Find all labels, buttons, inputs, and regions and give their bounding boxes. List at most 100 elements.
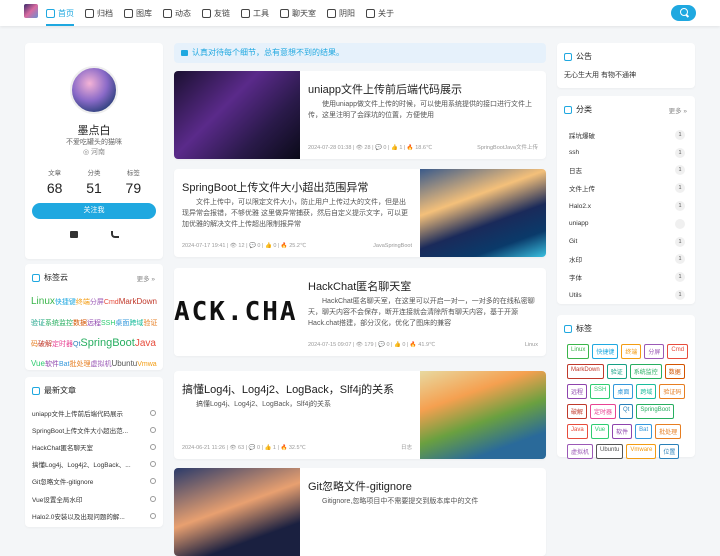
post-category[interactable]: JavaSpringBoot xyxy=(373,243,412,249)
category-item[interactable]: Git 1 xyxy=(569,233,685,251)
mail-icon[interactable] xyxy=(69,231,78,238)
tag-chip[interactable]: 桌面 xyxy=(613,384,634,399)
tag-chip[interactable]: 分屏 xyxy=(644,344,665,359)
post-thumbnail[interactable] xyxy=(174,71,300,159)
post-thumbnail[interactable] xyxy=(420,371,546,459)
recent-item[interactable]: SpringBoot上传文件大小超出范... xyxy=(32,421,156,438)
tag-chip[interactable]: Cmd xyxy=(667,344,689,359)
post-title[interactable]: Git忽略文件-gitignore xyxy=(308,478,538,494)
nav-item-6[interactable]: 聊天室 xyxy=(280,0,316,26)
post-thumbnail[interactable] xyxy=(420,169,546,257)
cloud-tag[interactable]: 验证 xyxy=(31,320,45,327)
cloud-tag[interactable]: Linux xyxy=(31,296,55,307)
post-card[interactable]: ACK.CHA HackChat匿名聊天室 HackChat匿名聊天室，在这里可以开… xyxy=(174,268,546,356)
recent-item[interactable]: uniapp文件上传前后端代码展示 xyxy=(32,404,156,421)
post-category[interactable]: SpringBootJava文件上传 xyxy=(477,143,538,151)
cloud-tag[interactable]: Ubuntu xyxy=(111,359,137,368)
tag-chip[interactable]: 终端 xyxy=(621,344,642,359)
category-item[interactable]: 水印 1 xyxy=(569,251,685,269)
category-item[interactable]: Halo2.x 1 xyxy=(569,197,685,215)
nav-item-1[interactable]: 归档 xyxy=(85,0,113,26)
tag-chip[interactable]: Java xyxy=(567,424,588,439)
cloud-tag[interactable]: 软件 xyxy=(45,361,59,368)
tag-chip[interactable]: 远程 xyxy=(567,384,588,399)
tag-chip[interactable]: 数据 xyxy=(664,364,685,379)
cloud-tag[interactable]: 桌面 xyxy=(115,320,129,327)
cloud-tag[interactable]: 远程 xyxy=(87,320,101,327)
post-card[interactable]: SpringBoot上传文件大小超出范围异常 文件上传中，可以限定文件大小，防止用… xyxy=(174,169,546,257)
recent-item[interactable]: Git忽略文件-gitignore xyxy=(32,473,156,490)
tag-chip[interactable]: 虚拟机 xyxy=(567,444,594,459)
tag-chip[interactable]: 验证码 xyxy=(659,384,686,399)
categories-more[interactable]: 更多 » xyxy=(669,105,687,115)
post-title[interactable]: uniapp文件上传前后端代码展示 xyxy=(308,81,538,97)
nav-item-7[interactable]: 阴阳 xyxy=(327,0,355,26)
tag-chip[interactable]: 系统监控 xyxy=(629,364,662,379)
post-category[interactable]: 日志 xyxy=(401,443,412,451)
tag-chip[interactable]: Qt xyxy=(619,404,634,419)
tag-chip[interactable]: 软件 xyxy=(612,424,633,439)
tag-chip[interactable]: 跨域 xyxy=(636,384,657,399)
category-item[interactable]: Utils 1 xyxy=(569,286,685,304)
post-title[interactable]: HackChat匿名聊天室 xyxy=(308,278,538,294)
category-item[interactable]: 字体 1 xyxy=(569,268,685,286)
tag-chip[interactable]: Vue xyxy=(590,424,610,439)
cloud-tag[interactable]: MarkDown xyxy=(119,297,157,306)
post-title[interactable]: SpringBoot上传文件大小超出范围异常 xyxy=(182,179,412,195)
tag-chip[interactable]: Bat xyxy=(635,424,653,439)
nav-item-8[interactable]: 关于 xyxy=(366,0,394,26)
tag-chip[interactable]: SpringBoot xyxy=(636,404,675,419)
recent-item[interactable]: Vue设置全局水印 xyxy=(32,490,156,507)
category-item[interactable]: 日志 1 xyxy=(569,162,685,180)
nav-item-4[interactable]: 友链 xyxy=(202,0,230,26)
cloud-tag[interactable]: 终端 xyxy=(76,299,90,306)
stat-2[interactable]: 标签 79 xyxy=(126,167,142,196)
tag-chip[interactable]: 批处理 xyxy=(655,424,682,439)
cloud-tag[interactable]: 快捷键 xyxy=(55,299,76,306)
cloud-tag[interactable]: Bat xyxy=(59,361,70,368)
tag-cloud-more[interactable]: 更多 » xyxy=(137,273,155,283)
avatar[interactable] xyxy=(70,66,118,114)
post-title[interactable]: 搞懂Log4j、Log4j2、LogBack，Slf4j的关系 xyxy=(182,381,412,397)
cloud-tag[interactable]: SpringBoot xyxy=(80,337,134,349)
recent-item[interactable]: Halo2.0安装以及出现问题的解... xyxy=(32,507,156,524)
recent-item[interactable]: 搞懂Log4j、Log4j2、LogBack、... xyxy=(32,456,156,473)
category-item[interactable]: 文件上传 1 xyxy=(569,179,685,197)
site-logo[interactable] xyxy=(24,4,38,18)
cloud-tag[interactable]: 系统监控 xyxy=(45,320,73,327)
post-thumbnail[interactable]: ACK.CHA xyxy=(174,268,300,356)
cloud-tag[interactable]: 数据 xyxy=(73,320,87,327)
cloud-tag[interactable]: 破解 xyxy=(38,341,52,348)
tag-chip[interactable]: Vmware xyxy=(626,444,657,459)
cloud-tag[interactable]: 虚拟机 xyxy=(90,361,111,368)
nav-item-5[interactable]: 工具 xyxy=(241,0,269,26)
tag-chip[interactable]: MarkDown xyxy=(567,364,604,379)
tag-chip[interactable]: 位置 xyxy=(659,444,680,459)
cloud-tag[interactable]: Java xyxy=(135,338,156,349)
rss-icon[interactable] xyxy=(110,231,119,238)
cloud-tag[interactable]: Vue xyxy=(31,359,45,368)
post-card[interactable]: uniapp文件上传前后端代码展示 使用uniapp做文件上传的时候，可以使用系统… xyxy=(174,71,546,159)
post-card[interactable]: 搞懂Log4j、Log4j2、LogBack，Slf4j的关系 搞懂Log4j、L… xyxy=(174,371,546,459)
post-thumbnail[interactable] xyxy=(174,468,300,556)
cloud-tag[interactable]: 定时器 xyxy=(52,341,73,348)
cloud-tag[interactable]: SSH xyxy=(101,320,115,327)
category-item[interactable]: ssh 1 xyxy=(569,144,685,162)
stat-0[interactable]: 文章 68 xyxy=(47,167,63,196)
tag-chip[interactable]: 破解 xyxy=(567,404,588,419)
tag-chip[interactable]: 验证 xyxy=(606,364,627,379)
tag-chip[interactable]: 快捷键 xyxy=(592,344,619,359)
search-button[interactable] xyxy=(671,5,696,21)
post-category[interactable]: Linux xyxy=(525,342,538,348)
cloud-tag[interactable]: 批处理 xyxy=(69,361,90,368)
tag-chip[interactable]: Linux xyxy=(567,344,590,359)
follow-button[interactable]: 关注我 xyxy=(32,203,156,219)
nav-item-2[interactable]: 图库 xyxy=(124,0,152,26)
tag-chip[interactable]: Ubuntu xyxy=(596,444,624,459)
nav-item-0[interactable]: 首页 xyxy=(46,0,74,26)
cloud-tag[interactable]: 分屏 xyxy=(90,299,104,306)
post-card[interactable]: Git忽略文件-gitignore Gitignore,忽略项目中不需要提交到版本… xyxy=(174,468,546,556)
cloud-tag[interactable]: 跨域 xyxy=(129,320,143,327)
stat-1[interactable]: 分类 51 xyxy=(86,167,102,196)
tag-chip[interactable]: 定时器 xyxy=(590,404,617,419)
